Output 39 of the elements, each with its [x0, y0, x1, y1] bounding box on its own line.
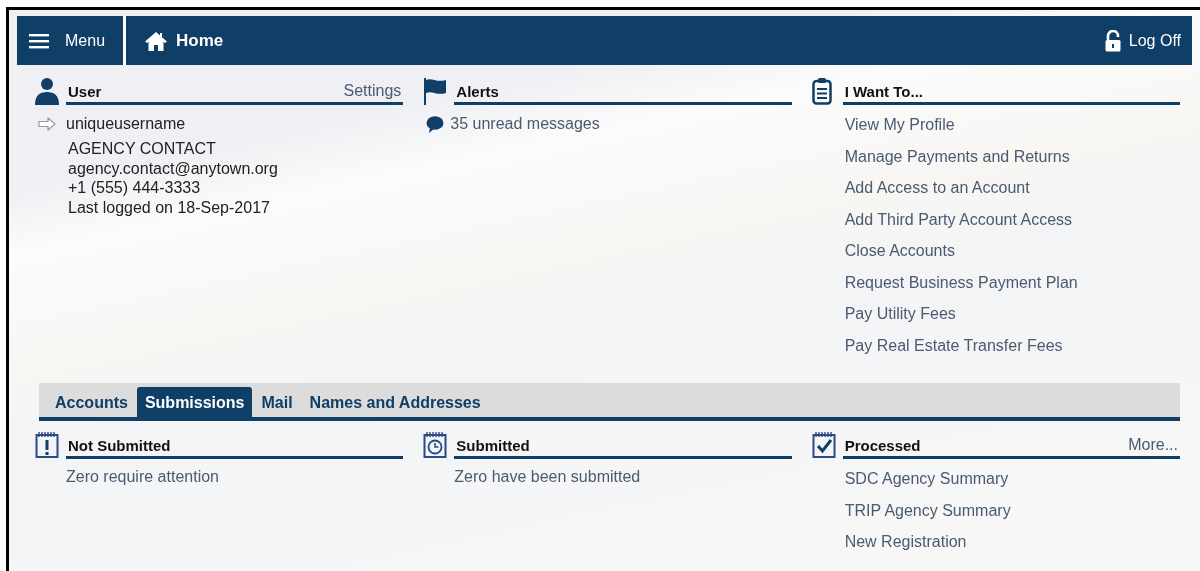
action-link[interactable]: Add Third Party Account Access — [844, 209, 1073, 229]
tab[interactable]: Submissions — [136, 387, 253, 417]
section-link[interactable]: More... — [1128, 436, 1178, 454]
clock-notepad-icon — [423, 431, 448, 459]
clipboard-icon — [811, 77, 832, 105]
action-link[interactable]: Pay Utility Fees — [844, 304, 956, 323]
alerts-link[interactable]: 35 unread messages — [450, 115, 600, 133]
action-link[interactable]: Add Access to an Account — [844, 178, 1030, 197]
menu-icon — [29, 32, 49, 49]
check-notepad-icon — [811, 431, 836, 459]
status-text: Zero require attention — [66, 468, 220, 486]
padlock-icon — [1104, 29, 1121, 52]
section-title: Processed — [844, 437, 921, 454]
section-title: Submitted — [456, 437, 530, 454]
action-link[interactable]: Close Accounts — [844, 241, 955, 260]
arrow-icon — [38, 117, 56, 131]
contact-detail: Last logged on 18-Sep-2017 — [68, 197, 271, 217]
section-link[interactable]: Settings — [343, 82, 402, 100]
action-link[interactable]: SDC Agency Summary — [844, 469, 1009, 488]
action-link[interactable]: Request Business Payment Plan — [844, 272, 1078, 292]
section-title: Alerts — [456, 83, 499, 100]
section-title: I Want To... — [844, 83, 923, 100]
user-icon — [35, 77, 59, 105]
action-link[interactable]: Pay Real Estate Transfer Fees — [844, 335, 1063, 355]
status-text: Zero have been submitted — [454, 468, 642, 486]
action-link[interactable]: TRIP Agency Summary — [844, 500, 1011, 520]
speech-bubble-icon — [426, 115, 445, 133]
contact-detail: agency.contact@anytown.org — [68, 158, 279, 178]
action-link[interactable]: New Registration — [844, 532, 967, 551]
home-icon — [144, 30, 169, 51]
alert-notepad-icon — [35, 431, 59, 459]
section-title: Not Submitted — [68, 437, 171, 454]
action-link[interactable]: Manage Payments and Returns — [844, 146, 1070, 166]
contact-detail: AGENCY CONTACT — [68, 139, 217, 159]
section-title: User — [68, 83, 102, 100]
contact-detail: +1 (555) 444-3333 — [68, 178, 202, 198]
action-link[interactable]: View My Profile — [844, 115, 955, 134]
flag-icon — [423, 77, 448, 105]
username: uniqueusername — [66, 115, 186, 133]
